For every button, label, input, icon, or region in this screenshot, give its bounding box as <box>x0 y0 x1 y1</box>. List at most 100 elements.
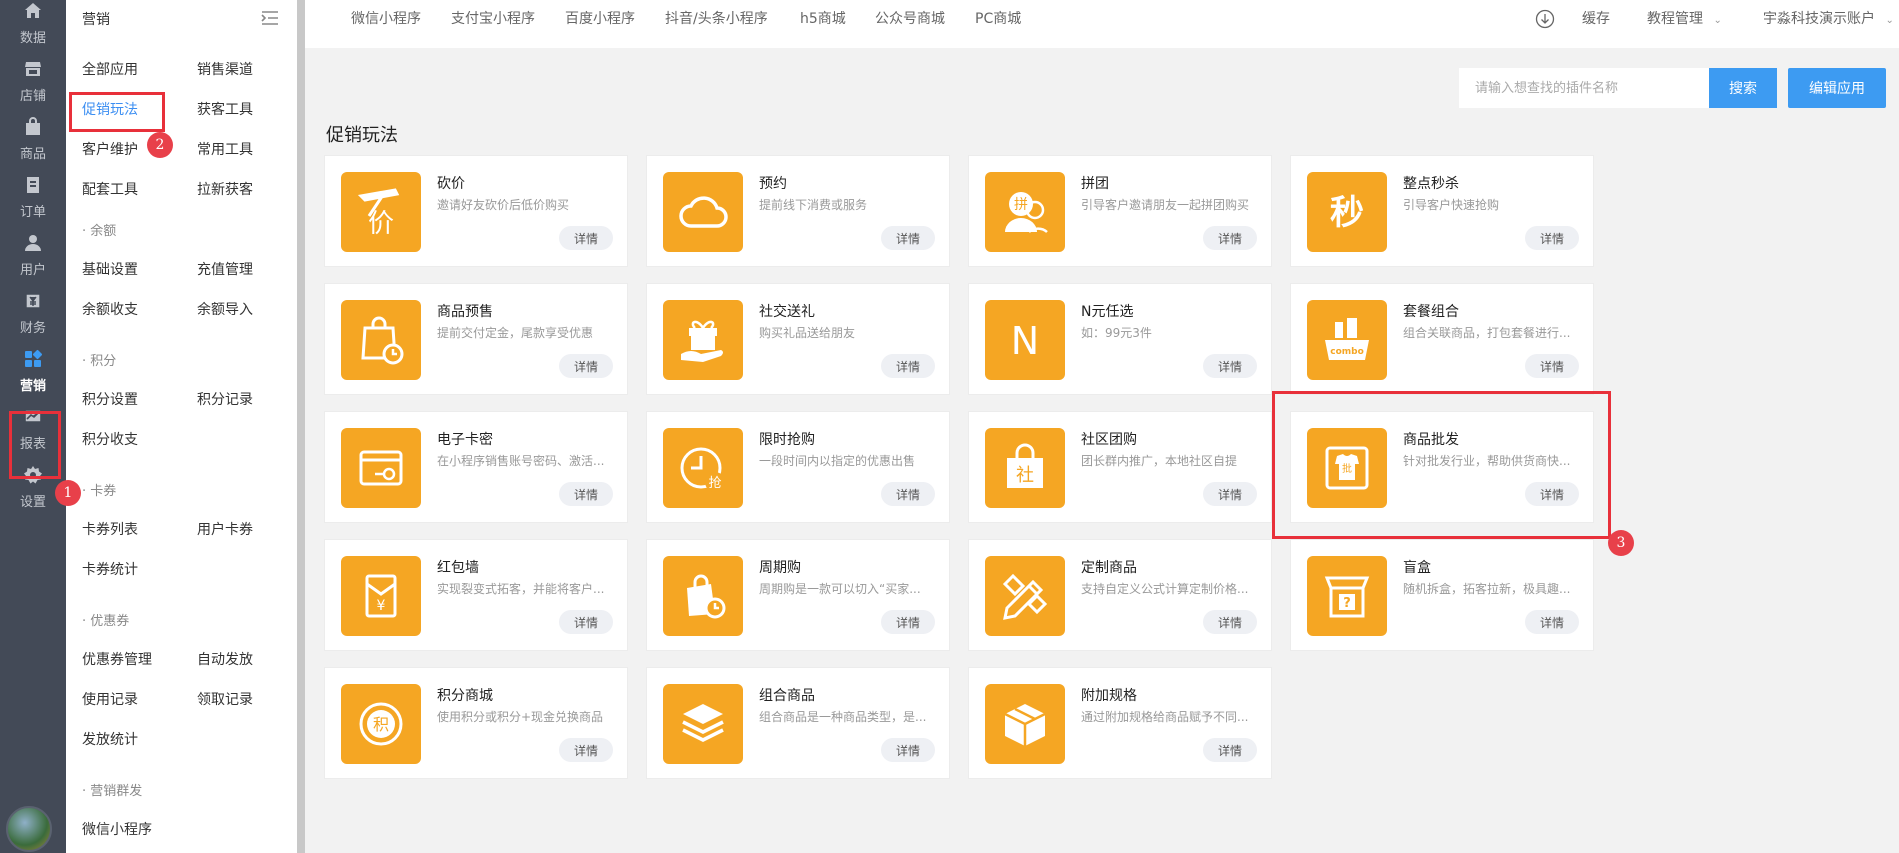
detail-button[interactable]: 详情 <box>1525 610 1579 634</box>
tab-h5-mall[interactable]: h5商城 <box>800 8 846 28</box>
sidebar-item-acquire-tools[interactable]: 获客工具 <box>197 99 253 119</box>
plugin-card-social-gift[interactable]: 社交送礼 购买礼品送给朋友 详情 <box>646 283 950 395</box>
detail-button[interactable]: 详情 <box>1203 610 1257 634</box>
card-desc: 提前线下消费或服务 <box>759 198 868 212</box>
card-name: 周期购 <box>759 560 801 576</box>
detail-button[interactable]: 详情 <box>881 354 935 378</box>
sidebar-item-new-acquire[interactable]: 拉新获客 <box>197 179 253 199</box>
sidebar-scrollbar[interactable] <box>297 0 305 853</box>
account-menu[interactable]: 宇淼科技演示账户 ⌄ <box>1763 8 1894 28</box>
detail-button[interactable]: 详情 <box>1525 354 1579 378</box>
tab-pc-mall[interactable]: PC商城 <box>975 8 1021 28</box>
detail-button[interactable]: 详情 <box>1203 354 1257 378</box>
account-label: 宇淼科技演示账户 <box>1763 11 1875 27</box>
detail-button[interactable]: 详情 <box>881 482 935 506</box>
plugin-card-mystery-box[interactable]: ? 盲盒 随机拆盒，拓客拉新，极具趣... 详情 <box>1290 539 1594 651</box>
sidebar-item-claim-records[interactable]: 领取记录 <box>197 689 253 709</box>
sidebar-item-auto-issue[interactable]: 自动发放 <box>197 649 253 669</box>
n-letter-icon: N <box>985 300 1065 380</box>
sidebar-item-wechat-mini[interactable]: 微信小程序 <box>82 819 152 839</box>
plugin-card-community[interactable]: 社 社区团购 团长群内推广，本地社区自提 详情 <box>968 411 1272 523</box>
plugin-card-red-packet[interactable]: ¥ 红包墙 实现裂变式拓客，并能将客户... 详情 <box>324 539 628 651</box>
tab-douyin-mini[interactable]: 抖音/头条小程序 <box>665 8 768 28</box>
plugin-card-flash-sale[interactable]: 秒 整点秒杀 引导客户快速抢购 详情 <box>1290 155 1594 267</box>
sidebar-item-card-list[interactable]: 卡券列表 <box>82 519 138 539</box>
plugin-card-bargain[interactable]: 价 砍价 邀请好友砍价后低价购买 详情 <box>324 155 628 267</box>
card-desc: 邀请好友砍价后低价购买 <box>437 198 570 212</box>
detail-button[interactable]: 详情 <box>1203 738 1257 762</box>
plugin-card-cycle-buy[interactable]: 周期购 周期购是一款可以切入“买家... 详情 <box>646 539 950 651</box>
sidebar-item-usage-records[interactable]: 使用记录 <box>82 689 138 709</box>
detail-button[interactable]: 详情 <box>1203 482 1257 506</box>
detail-button[interactable]: 详情 <box>1203 226 1257 250</box>
tab-alipay-mini[interactable]: 支付宝小程序 <box>451 8 535 28</box>
card-desc: 引导客户邀请朋友一起拼团购买 <box>1081 198 1250 212</box>
card-name: 红包墙 <box>437 560 479 576</box>
sidebar-item-points-records[interactable]: 积分记录 <box>197 389 253 409</box>
annotation-badge-3: 3 <box>1608 530 1634 556</box>
card-desc: 通过附加规格给商品赋予不同... <box>1081 710 1249 724</box>
sidebar-item-sales-channel[interactable]: 销售渠道 <box>197 59 253 79</box>
edit-apps-button[interactable]: 编辑应用 <box>1788 68 1886 108</box>
tutorial-menu[interactable]: 教程管理 ⌄ <box>1647 8 1722 28</box>
detail-button[interactable]: 详情 <box>881 226 935 250</box>
sidebar-item-points-settings[interactable]: 积分设置 <box>82 389 138 409</box>
search-input[interactable] <box>1459 68 1709 108</box>
sidebar-item-issue-stats[interactable]: 发放统计 <box>82 729 138 749</box>
sidebar-item-customer-care[interactable]: 客户维护 <box>82 139 138 159</box>
sidebar-item-user-cards[interactable]: 用户卡券 <box>197 519 253 539</box>
plugin-card-points-mall[interactable]: 积 积分商城 使用积分或积分+现金兑换商品 详情 <box>324 667 628 779</box>
sidebar-item-basic-settings[interactable]: 基础设置 <box>82 259 138 279</box>
plugin-card-combined-goods[interactable]: 组合商品 组合商品是一种商品类型，是... 详情 <box>646 667 950 779</box>
plugin-card-custom-goods[interactable]: 定制商品 支持自定义公式计算定制价格... 详情 <box>968 539 1272 651</box>
detail-button[interactable]: 详情 <box>559 226 613 250</box>
card-name: 电子卡密 <box>437 432 493 448</box>
plugin-card-limited-time[interactable]: 抢 限时抢购 一段时间内以指定的优惠出售 详情 <box>646 411 950 523</box>
tab-wechat-mini[interactable]: 微信小程序 <box>351 8 421 28</box>
search-button[interactable]: 搜索 <box>1709 68 1777 108</box>
avatar[interactable] <box>6 806 52 852</box>
cache-button[interactable]: 缓存 <box>1582 8 1610 28</box>
sidebar-item-balance-import[interactable]: 余额导入 <box>197 299 253 319</box>
rail-label: 设置 <box>19 494 46 510</box>
plugin-card-group-buy[interactable]: 拼 拼团 引导客户邀请朋友一起拼团购买 详情 <box>968 155 1272 267</box>
download-icon[interactable] <box>1535 9 1555 29</box>
plugin-card-reservation[interactable]: 预约 提前线下消费或服务 详情 <box>646 155 950 267</box>
detail-button[interactable]: 详情 <box>559 482 613 506</box>
sidebar-item-all-apps[interactable]: 全部应用 <box>82 59 138 79</box>
sidebar-item-balance-flow[interactable]: 余额收支 <box>82 299 138 319</box>
sidebar-item-recharge-mgmt[interactable]: 充值管理 <box>197 259 253 279</box>
sidebar-item-common-tools[interactable]: 常用工具 <box>197 139 253 159</box>
menu-collapse-icon[interactable] <box>260 10 280 26</box>
detail-button[interactable]: 详情 <box>881 610 935 634</box>
plugin-card-presale[interactable]: 商品预售 提前交付定金，尾款享受优惠 详情 <box>324 283 628 395</box>
card-desc: 组合商品是一种商品类型，是... <box>759 710 927 724</box>
plugin-card-extra-spec[interactable]: 附加规格 通过附加规格给商品赋予不同... 详情 <box>968 667 1272 779</box>
card-name: 附加规格 <box>1081 688 1137 704</box>
group-buy-icon: 拼 <box>985 172 1065 252</box>
detail-button[interactable]: 详情 <box>559 354 613 378</box>
rail-label: 订单 <box>19 204 46 220</box>
card-name: 组合商品 <box>759 688 815 704</box>
plugin-card-e-card[interactable]: 电子卡密 在小程序销售账号密码、激活... 详情 <box>324 411 628 523</box>
sidebar-item-bundle-tools[interactable]: 配套工具 <box>82 179 138 199</box>
sidebar-item-coupon-mgmt[interactable]: 优惠券管理 <box>82 649 152 669</box>
chevron-down-icon: ⌄ <box>1885 15 1894 26</box>
tab-baidu-mini[interactable]: 百度小程序 <box>565 8 635 28</box>
bag-icon <box>23 116 43 137</box>
plugin-card-combo[interactable]: combo 套餐组合 组合关联商品，打包套餐进行... 详情 <box>1290 283 1594 395</box>
community-bag-icon: 社 <box>985 428 1065 508</box>
detail-button[interactable]: 详情 <box>559 738 613 762</box>
sidebar-item-card-stats[interactable]: 卡券统计 <box>82 559 138 579</box>
detail-button[interactable]: 详情 <box>559 610 613 634</box>
card-name: 定制商品 <box>1081 560 1137 576</box>
tab-official-account-mall[interactable]: 公众号商城 <box>875 8 945 28</box>
rail-label: 用户 <box>19 262 46 278</box>
plugin-card-n-yuan[interactable]: N N元任选 如：99元3件 详情 <box>968 283 1272 395</box>
gift-icon <box>663 300 743 380</box>
sidebar-item-points-flow[interactable]: 积分收支 <box>82 429 138 449</box>
detail-button[interactable]: 详情 <box>881 738 935 762</box>
detail-button[interactable]: 详情 <box>1525 226 1579 250</box>
card-name: 限时抢购 <box>759 432 815 448</box>
svg-text:?: ? <box>1343 596 1351 611</box>
